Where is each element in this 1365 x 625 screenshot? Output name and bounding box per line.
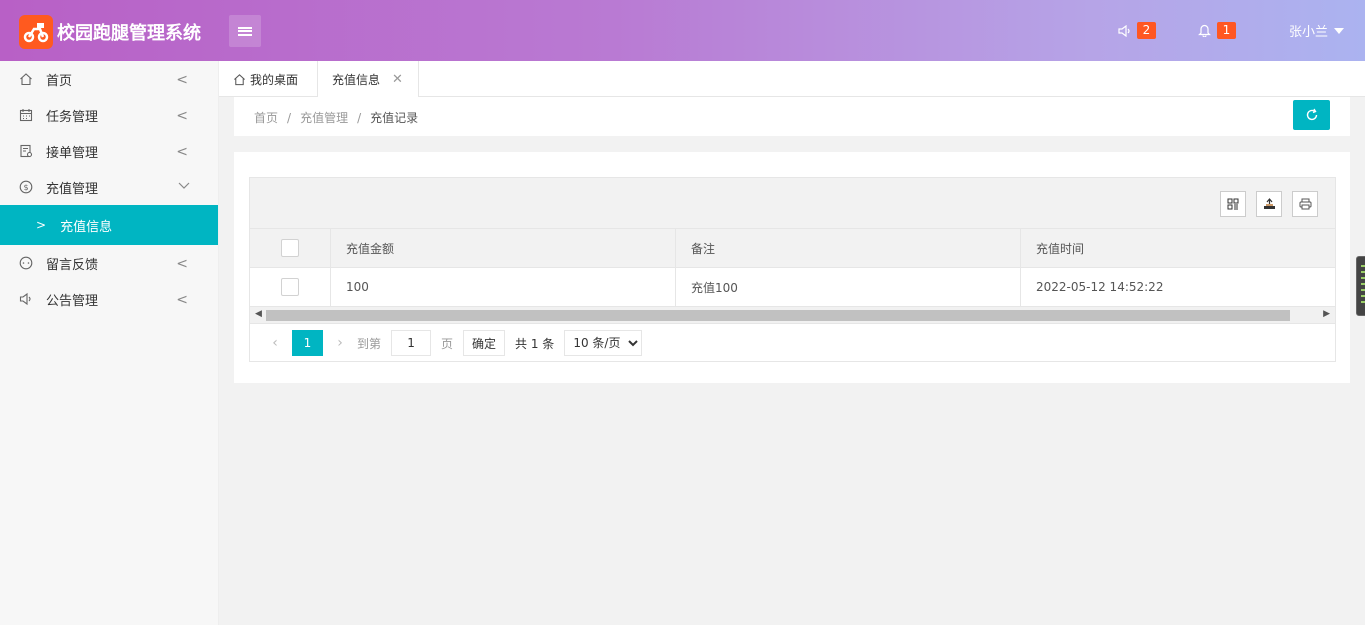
data-table: 充值金额 备注 充值时间 100 充值100 2022-05-12 14:52:…	[249, 177, 1336, 362]
breadcrumb-current: 充值记录	[370, 111, 419, 125]
page-size-select[interactable]: 10 条/页	[564, 330, 643, 356]
breadcrumb: 首页 / 充值管理 / 充值记录	[254, 111, 419, 125]
sidebar-item-label: 任务管理	[46, 109, 99, 125]
chevron-left-icon: <	[176, 108, 188, 124]
goto-label: 到第	[357, 336, 382, 351]
scrollbar-thumb[interactable]	[266, 310, 1290, 321]
next-page-icon[interactable]: ›	[329, 335, 351, 351]
column-header[interactable]: 充值金额	[331, 229, 676, 267]
chevron-left-icon: <	[176, 72, 188, 88]
chevron-left-icon: <	[176, 256, 188, 272]
print-button[interactable]	[1292, 191, 1318, 217]
refresh-icon	[1306, 108, 1317, 121]
sidebar-item-feedback[interactable]: 留言反馈 <	[0, 245, 218, 281]
chevron-left-icon: <	[176, 292, 188, 308]
sidebar-item-label: 留言反馈	[46, 257, 99, 273]
page-current[interactable]: 1	[292, 330, 323, 356]
sidebar-item-recharge[interactable]: $ 充值管理	[0, 169, 218, 205]
page-unit-label: 页	[441, 336, 454, 351]
goto-confirm-button[interactable]: 确定	[463, 330, 506, 356]
cell-time: 2022-05-12 14:52:22	[1036, 280, 1164, 294]
alerts-button[interactable]: 1	[1198, 0, 1236, 61]
scooter-logo-icon	[19, 15, 53, 49]
sidebar-item-label: 首页	[46, 73, 73, 89]
speaker-icon	[1118, 24, 1130, 37]
column-header[interactable]: 充值时间	[1021, 229, 1335, 267]
cell-amount: 100	[331, 268, 676, 306]
export-button[interactable]	[1256, 191, 1282, 217]
table-row[interactable]: 100 充值100 2022-05-12 14:52:22	[250, 268, 1335, 307]
scroll-right-icon[interactable]: ▶	[1323, 309, 1330, 319]
cell-note: 充值100	[676, 268, 1021, 306]
sidebar-subitem-recharge-info[interactable]: > 充值信息	[0, 205, 218, 245]
home-icon	[18, 71, 34, 87]
row-checkbox-cell	[250, 268, 331, 306]
hamburger-icon	[238, 25, 252, 37]
print-icon	[1299, 198, 1311, 210]
breadcrumb-bar: 首页 / 充值管理 / 充值记录	[234, 97, 1350, 136]
chevron-left-icon: <	[176, 144, 188, 160]
pagination: ‹ 1 › 到第 页 确定 共 1 条 10 条/页	[250, 324, 1335, 362]
bell-icon	[1198, 24, 1211, 37]
column-header[interactable]: 备注	[676, 229, 1021, 267]
header-checkbox-cell	[250, 229, 331, 267]
select-all-checkbox[interactable]	[281, 239, 299, 257]
scroll-left-icon[interactable]: ◀	[255, 309, 262, 319]
alerts-badge: 1	[1217, 22, 1236, 39]
top-header: 校园跑腿管理系统 2 1 张小兰	[0, 0, 1365, 61]
table-toolbar	[250, 178, 1335, 229]
app-logo[interactable]: 校园跑腿管理系统	[19, 15, 201, 49]
columns-button[interactable]	[1220, 191, 1246, 217]
dollar-icon: $	[18, 179, 34, 195]
sidebar-item-label: 充值管理	[46, 181, 99, 197]
sidebar: 首页 < 任务管理 < 接单管理 < $ 充值管理 > 充值信息 留言反馈 < …	[0, 61, 219, 625]
columns-icon	[1227, 198, 1239, 210]
export-icon	[1263, 198, 1275, 209]
chevron-down-icon	[178, 178, 190, 194]
caret-down-icon	[1334, 27, 1345, 34]
tab-home[interactable]: 我的桌面	[233, 61, 298, 97]
sidebar-item-label: 接单管理	[46, 145, 99, 161]
calendar-icon	[18, 107, 34, 123]
sidebar-subitem-label: 充值信息	[60, 219, 113, 235]
goto-page-input[interactable]	[391, 330, 432, 356]
content-card: 充值金额 备注 充值时间 100 充值100 2022-05-12 14:52:…	[234, 152, 1350, 383]
sidebar-item-announcements[interactable]: 公告管理 <	[0, 281, 218, 317]
home-icon	[234, 73, 245, 85]
notices-button[interactable]: 2	[1118, 0, 1156, 61]
user-name: 张小兰	[1289, 25, 1329, 40]
row-checkbox[interactable]	[281, 278, 299, 296]
prev-page-icon[interactable]: ‹	[264, 335, 286, 351]
order-icon	[18, 143, 34, 159]
tab-recharge-info[interactable]: 充值信息 ✕	[317, 61, 419, 98]
edge-widget[interactable]	[1356, 256, 1365, 316]
chevron-right-icon: >	[36, 218, 47, 232]
close-icon[interactable]: ✕	[392, 72, 403, 87]
total-count: 共 1 条	[515, 336, 555, 351]
table-header: 充值金额 备注 充值时间	[250, 229, 1335, 268]
breadcrumb-item[interactable]: 首页	[254, 111, 278, 125]
menu-toggle-button[interactable]	[229, 15, 261, 47]
tab-bar: 我的桌面 充值信息 ✕	[219, 61, 1365, 98]
user-menu[interactable]: 张小兰	[1289, 0, 1345, 61]
tab-label: 我的桌面	[250, 72, 299, 87]
sidebar-item-home[interactable]: 首页 <	[0, 61, 218, 97]
app-title: 校园跑腿管理系统	[57, 23, 201, 44]
notices-badge: 2	[1137, 22, 1156, 39]
chat-icon	[18, 255, 34, 271]
sidebar-item-orders[interactable]: 接单管理 <	[0, 133, 218, 169]
sidebar-item-label: 公告管理	[46, 293, 99, 309]
refresh-button[interactable]	[1293, 100, 1330, 130]
horizontal-scrollbar[interactable]: ◀ ▶	[250, 307, 1335, 324]
breadcrumb-item[interactable]: 充值管理	[300, 111, 348, 125]
sidebar-item-tasks[interactable]: 任务管理 <	[0, 97, 218, 133]
svg-text:$: $	[23, 183, 28, 192]
tab-label: 充值信息	[332, 72, 381, 87]
speaker-icon	[18, 291, 34, 307]
